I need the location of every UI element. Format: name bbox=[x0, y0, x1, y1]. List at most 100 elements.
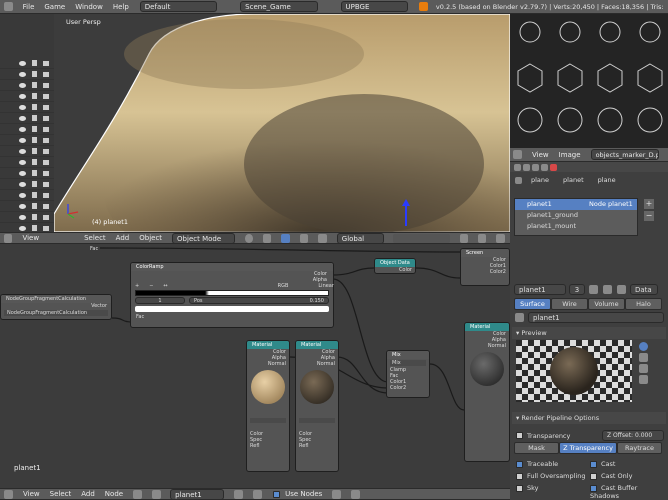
manipulator-icon[interactable] bbox=[281, 233, 290, 243]
visibility-icon[interactable] bbox=[19, 115, 26, 121]
scene-tab-icon[interactable] bbox=[523, 163, 530, 171]
layers-icon[interactable] bbox=[393, 233, 450, 243]
material-name-field[interactable]: planet1 bbox=[514, 284, 566, 295]
visibility-icon[interactable] bbox=[19, 104, 26, 110]
layout-selector[interactable]: Default bbox=[139, 1, 218, 12]
outliner-row[interactable] bbox=[0, 212, 54, 223]
unlink-icon[interactable] bbox=[253, 489, 263, 499]
pivot-icon[interactable] bbox=[263, 233, 272, 243]
menu-window[interactable]: Window bbox=[75, 3, 103, 11]
render-icon[interactable] bbox=[43, 126, 49, 132]
visibility-icon[interactable] bbox=[19, 137, 26, 143]
menu-game[interactable]: Game bbox=[44, 3, 65, 11]
render-option[interactable]: Cast bbox=[590, 460, 664, 468]
node-menu-select[interactable]: Select bbox=[50, 490, 72, 498]
use-nodes-checkbox[interactable] bbox=[273, 490, 281, 498]
outliner-row[interactable] bbox=[0, 146, 54, 157]
select-icon[interactable] bbox=[32, 93, 37, 99]
select-icon[interactable] bbox=[32, 115, 37, 121]
outliner-row[interactable] bbox=[0, 58, 54, 69]
outliner-row[interactable] bbox=[0, 157, 54, 168]
select-icon[interactable] bbox=[32, 192, 37, 198]
material-tab-icon[interactable] bbox=[550, 163, 557, 171]
render-icon[interactable] bbox=[43, 104, 49, 110]
3d-viewport[interactable]: User Persp (4) planet1 bbox=[54, 14, 510, 232]
image-menu-view[interactable]: View bbox=[532, 151, 549, 159]
visibility-icon[interactable] bbox=[19, 170, 26, 176]
render-icon[interactable] bbox=[43, 60, 49, 66]
render-icon[interactable] bbox=[43, 137, 49, 143]
outliner-row[interactable] bbox=[0, 201, 54, 212]
outliner-row[interactable] bbox=[0, 124, 54, 135]
visibility-icon[interactable] bbox=[19, 148, 26, 154]
render-option[interactable]: Full Oversampling bbox=[516, 472, 590, 480]
info-icon[interactable] bbox=[4, 2, 13, 11]
color-ramp-gradient[interactable] bbox=[135, 290, 329, 296]
render-icon[interactable] bbox=[43, 82, 49, 88]
slot-remove-button[interactable]: − bbox=[644, 211, 654, 221]
preview-sphere-icon[interactable] bbox=[639, 342, 648, 351]
select-icon[interactable] bbox=[32, 137, 37, 143]
slot-item[interactable]: planet1_mount bbox=[515, 221, 637, 232]
fake-user-icon[interactable] bbox=[589, 285, 598, 294]
visibility-icon[interactable] bbox=[19, 60, 26, 66]
visibility-icon[interactable] bbox=[19, 225, 26, 231]
translate-icon[interactable] bbox=[299, 233, 309, 243]
render-option[interactable]: Cast Buffer Shadows bbox=[590, 484, 664, 500]
node-menu-node[interactable]: Node bbox=[105, 490, 123, 498]
screen-node[interactable]: Screen Color Color1 Color2 bbox=[460, 248, 510, 286]
outliner-row[interactable] bbox=[0, 168, 54, 179]
z-offset-field[interactable]: Z Offset: 0.000 bbox=[602, 430, 664, 441]
outliner-row[interactable] bbox=[0, 179, 54, 190]
backdrop-icon[interactable] bbox=[332, 489, 342, 499]
tab-volume[interactable]: Volume bbox=[588, 298, 625, 310]
node-material-field[interactable]: planet1 bbox=[170, 488, 225, 500]
lock-icon[interactable] bbox=[459, 233, 469, 243]
visibility-icon[interactable] bbox=[19, 93, 26, 99]
snap-icon[interactable] bbox=[478, 233, 487, 243]
new-icon[interactable] bbox=[234, 489, 244, 499]
select-icon[interactable] bbox=[32, 225, 37, 231]
render-icon[interactable] bbox=[43, 115, 49, 121]
render-option[interactable]: Traceable bbox=[516, 460, 590, 468]
rotate-icon[interactable] bbox=[318, 233, 327, 243]
visibility-icon[interactable] bbox=[19, 71, 26, 77]
render-tab-icon[interactable] bbox=[514, 163, 521, 171]
option-checkbox[interactable] bbox=[516, 484, 523, 492]
mode-selector[interactable]: Object Mode bbox=[172, 232, 235, 244]
material-node-b[interactable]: Material Color Alpha Normal Color Spec R… bbox=[295, 340, 339, 472]
render-pipeline-header[interactable]: ▾ Render Pipeline Options bbox=[512, 412, 666, 424]
raytrace-button[interactable]: Raytrace bbox=[616, 442, 662, 454]
shading-icon[interactable] bbox=[244, 233, 254, 243]
option-checkbox[interactable] bbox=[590, 472, 597, 480]
outliner-row[interactable] bbox=[0, 80, 54, 91]
visibility-icon[interactable] bbox=[19, 82, 26, 88]
viewport-menu-add[interactable]: Add bbox=[116, 234, 130, 242]
slot-item[interactable]: planet1 Node planet1 bbox=[515, 199, 637, 210]
tab-halo[interactable]: Halo bbox=[625, 298, 662, 310]
select-icon[interactable] bbox=[32, 126, 37, 132]
render-icon[interactable] bbox=[43, 93, 49, 99]
option-checkbox[interactable] bbox=[590, 460, 597, 468]
render-icon[interactable] bbox=[43, 214, 49, 220]
visibility-icon[interactable] bbox=[19, 159, 26, 165]
select-icon[interactable] bbox=[32, 181, 37, 187]
z-transparency-button[interactable]: Z Transparency bbox=[559, 442, 617, 454]
select-icon[interactable] bbox=[32, 82, 37, 88]
tab-wire[interactable]: Wire bbox=[551, 298, 588, 310]
mask-button[interactable]: Mask bbox=[514, 442, 560, 454]
image-editor[interactable] bbox=[510, 14, 668, 148]
preview-flat-icon[interactable] bbox=[639, 353, 648, 362]
visibility-icon[interactable] bbox=[19, 214, 26, 220]
render-option[interactable]: Cast Only bbox=[590, 472, 664, 480]
material-node-c[interactable]: Material Color Alpha Normal bbox=[464, 322, 510, 462]
option-checkbox[interactable] bbox=[516, 460, 523, 468]
render-icon[interactable] bbox=[43, 181, 49, 187]
select-icon[interactable] bbox=[32, 71, 37, 77]
new-material-icon[interactable] bbox=[603, 285, 612, 294]
node-editor[interactable]: Fac NodeGroupFragmentCalculation Vector … bbox=[0, 244, 510, 488]
editor-type-icon[interactable] bbox=[513, 150, 522, 159]
preview-monkey-icon[interactable] bbox=[639, 375, 648, 384]
select-icon[interactable] bbox=[32, 170, 37, 176]
outliner-row[interactable] bbox=[0, 135, 54, 146]
